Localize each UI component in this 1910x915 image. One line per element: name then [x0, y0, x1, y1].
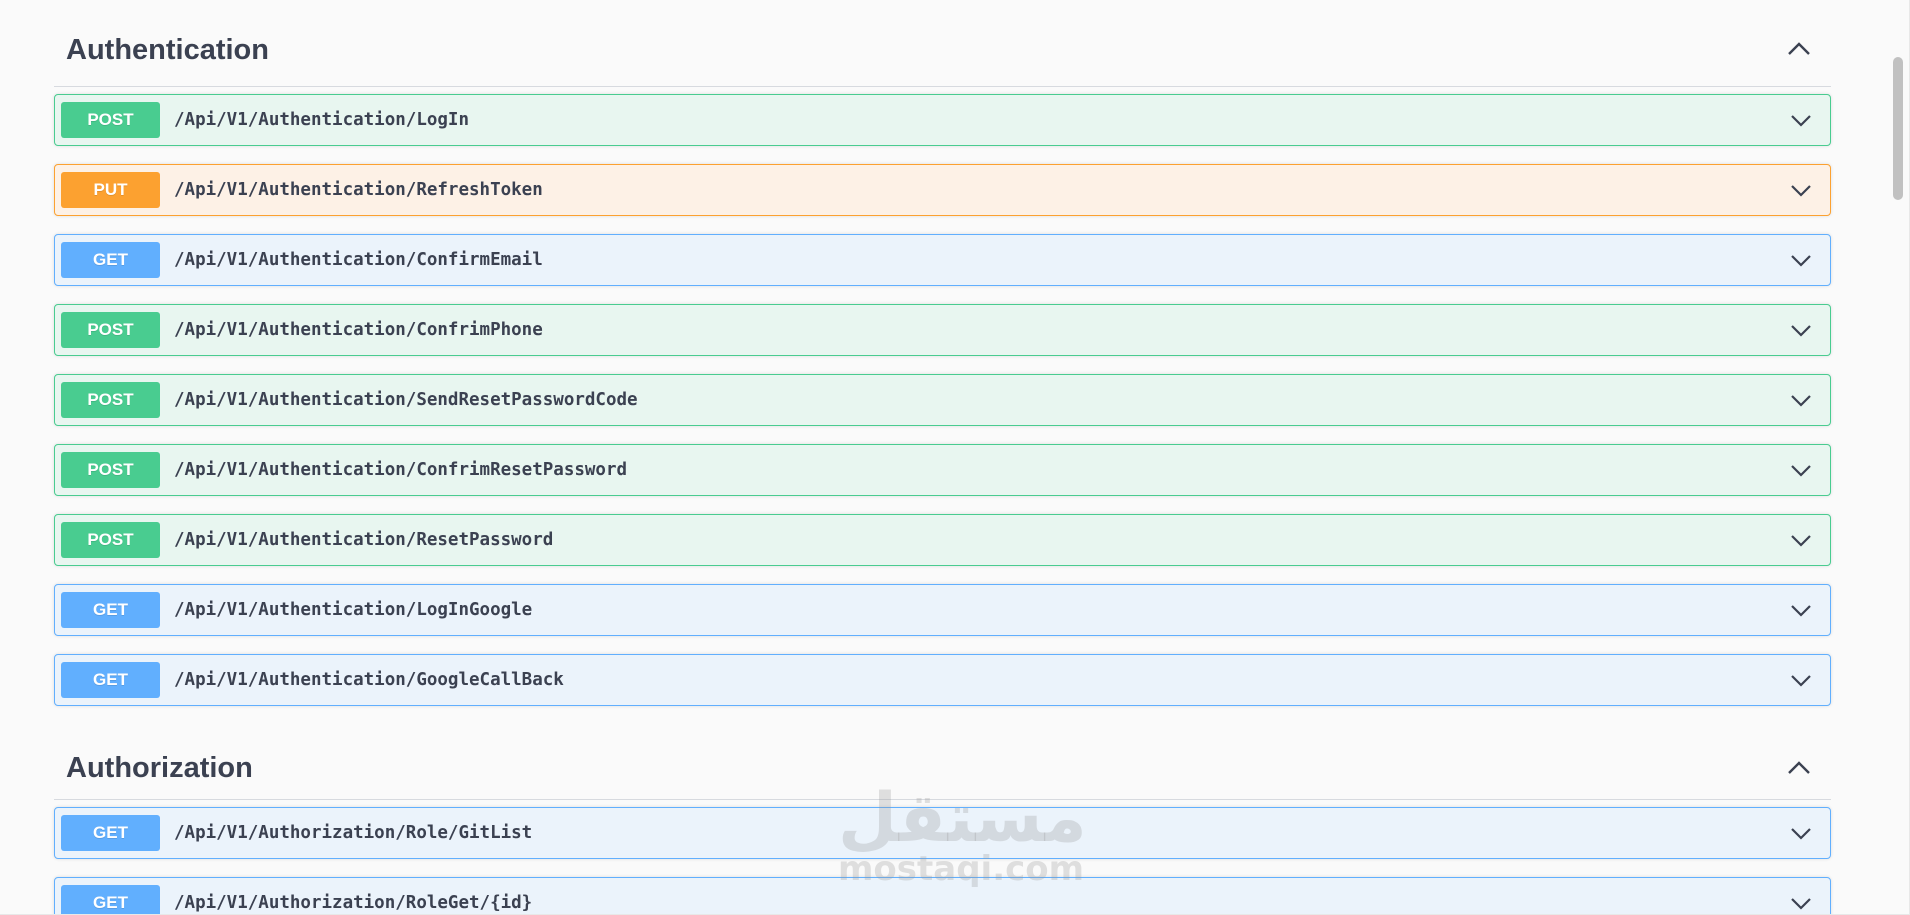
- operation-path: /Api/V1/Authorization/RoleGet/{id}: [174, 893, 533, 913]
- method-badge: GET: [61, 662, 160, 698]
- chevron-down-icon[interactable]: [1788, 107, 1814, 133]
- operation-path: /Api/V1/Authentication/LogInGoogle: [174, 600, 533, 620]
- chevron-up-icon[interactable]: [1781, 750, 1817, 786]
- operation-path: /Api/V1/Authentication/GoogleCallBack: [174, 670, 564, 690]
- operations-list: POST /Api/V1/Authentication/LogIn PUT /A…: [54, 87, 1831, 706]
- operation-path: /Api/V1/Authentication/RefreshToken: [174, 180, 543, 200]
- method-badge: GET: [61, 592, 160, 628]
- vertical-scrollbar[interactable]: [1889, 0, 1909, 914]
- operation-path: /Api/V1/Authentication/ResetPassword: [174, 530, 554, 550]
- operation-row[interactable]: POST /Api/V1/Authentication/ConfrimPhone: [54, 304, 1831, 356]
- operation-path: /Api/V1/Authentication/ConfirmEmail: [174, 250, 543, 270]
- chevron-down-icon[interactable]: [1788, 457, 1814, 483]
- operation-path: /Api/V1/Authentication/ConfrimPhone: [174, 320, 543, 340]
- operation-row[interactable]: POST /Api/V1/Authentication/ResetPasswor…: [54, 514, 1831, 566]
- content: Authentication POST /Api/V1/Authenticati…: [54, 0, 1831, 914]
- chevron-down-icon[interactable]: [1788, 667, 1814, 693]
- chevron-down-icon[interactable]: [1788, 527, 1814, 553]
- chevron-down-icon[interactable]: [1788, 317, 1814, 343]
- operation-path: /Api/V1/Authentication/SendResetPassword…: [174, 390, 638, 410]
- section-title: Authorization: [66, 752, 253, 784]
- section-authentication: Authentication POST /Api/V1/Authenticati…: [54, 0, 1831, 706]
- operation-path: /Api/V1/Authentication/ConfrimResetPassw…: [174, 460, 628, 480]
- method-badge: PUT: [61, 172, 160, 208]
- method-badge: GET: [61, 885, 160, 914]
- method-badge: GET: [61, 242, 160, 278]
- method-badge: POST: [61, 522, 160, 558]
- operations-list: GET /Api/V1/Authorization/Role/GitList G…: [54, 800, 1831, 914]
- operation-row[interactable]: GET /Api/V1/Authorization/Role/GitList: [54, 807, 1831, 859]
- method-badge: POST: [61, 452, 160, 488]
- operation-row[interactable]: PUT /Api/V1/Authentication/RefreshToken: [54, 164, 1831, 216]
- chevron-down-icon[interactable]: [1788, 597, 1814, 623]
- swagger-page: Authentication POST /Api/V1/Authenticati…: [0, 0, 1910, 915]
- section-header-authorization[interactable]: Authorization: [54, 724, 1831, 800]
- chevron-down-icon[interactable]: [1788, 820, 1814, 846]
- operation-row[interactable]: POST /Api/V1/Authentication/ConfrimReset…: [54, 444, 1831, 496]
- chevron-down-icon[interactable]: [1788, 890, 1814, 914]
- method-badge: GET: [61, 815, 160, 851]
- chevron-up-icon[interactable]: [1781, 31, 1817, 67]
- operation-row[interactable]: POST /Api/V1/Authentication/LogIn: [54, 94, 1831, 146]
- operation-row[interactable]: GET /Api/V1/Authentication/LogInGoogle: [54, 584, 1831, 636]
- section-header-authentication[interactable]: Authentication: [54, 0, 1831, 87]
- operation-row[interactable]: POST /Api/V1/Authentication/SendResetPas…: [54, 374, 1831, 426]
- chevron-down-icon[interactable]: [1788, 387, 1814, 413]
- operation-path: /Api/V1/Authorization/Role/GitList: [174, 823, 533, 843]
- method-badge: POST: [61, 382, 160, 418]
- chevron-down-icon[interactable]: [1788, 177, 1814, 203]
- operation-row[interactable]: GET /Api/V1/Authorization/RoleGet/{id}: [54, 877, 1831, 914]
- section-authorization: Authorization GET /Api/V1/Authorization/…: [54, 724, 1831, 914]
- chevron-down-icon[interactable]: [1788, 247, 1814, 273]
- scrollbar-thumb[interactable]: [1893, 57, 1903, 200]
- method-badge: POST: [61, 102, 160, 138]
- operation-path: /Api/V1/Authentication/LogIn: [174, 110, 470, 130]
- method-badge: POST: [61, 312, 160, 348]
- operation-row[interactable]: GET /Api/V1/Authentication/ConfirmEmail: [54, 234, 1831, 286]
- section-title: Authentication: [66, 33, 269, 66]
- operation-row[interactable]: GET /Api/V1/Authentication/GoogleCallBac…: [54, 654, 1831, 706]
